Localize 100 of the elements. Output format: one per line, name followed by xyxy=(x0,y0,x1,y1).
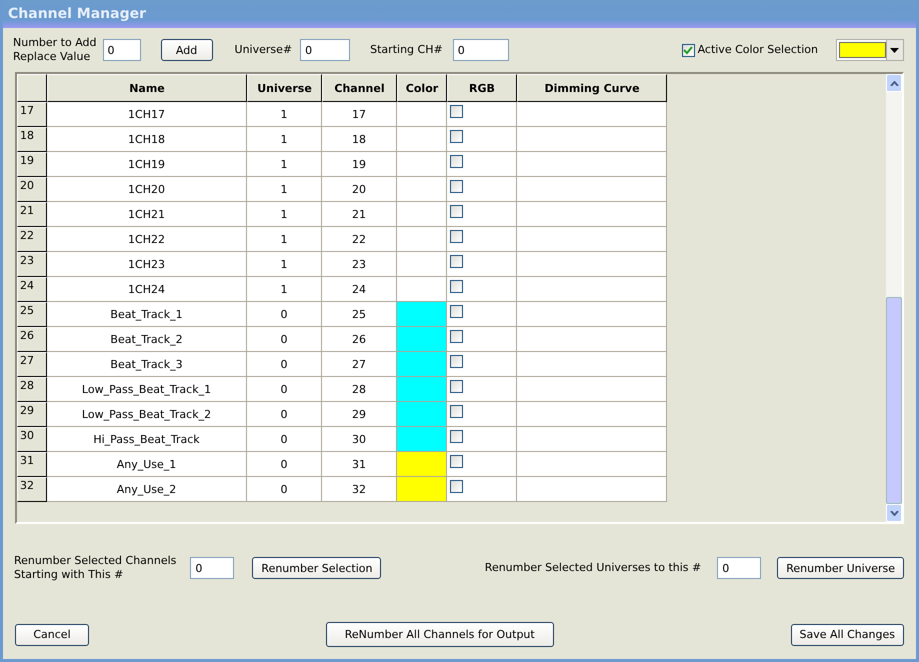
color-cell[interactable] xyxy=(397,402,447,427)
channel-cell: 20 xyxy=(322,177,397,202)
number-field[interactable]: 0 xyxy=(102,39,141,61)
color-cell[interactable] xyxy=(397,252,447,277)
rgb-checkbox[interactable] xyxy=(450,230,463,243)
rgb-checkbox[interactable] xyxy=(450,480,463,493)
name-cell: 1CH21 xyxy=(47,202,247,227)
color-cell[interactable] xyxy=(397,277,447,302)
save-all-button[interactable]: Save All Changes xyxy=(790,624,904,646)
column-header[interactable]: Universe xyxy=(247,74,322,102)
rgb-checkbox[interactable] xyxy=(450,205,463,218)
rgb-checkbox[interactable] xyxy=(450,255,463,268)
row-header[interactable]: 18 xyxy=(17,127,47,152)
universe-cell: 1 xyxy=(247,277,322,302)
color-cell[interactable] xyxy=(397,127,447,152)
rgb-checkbox[interactable] xyxy=(450,430,463,443)
row-header[interactable]: 32 xyxy=(17,477,47,502)
color-cell[interactable] xyxy=(397,152,447,177)
color-cell[interactable] xyxy=(397,377,447,402)
rgb-checkbox[interactable] xyxy=(450,455,463,468)
universe-cell: 0 xyxy=(247,302,322,327)
channel-cell: 31 xyxy=(322,452,397,477)
row-header[interactable]: 25 xyxy=(17,302,47,327)
window-title: Channel Manager xyxy=(8,6,146,22)
column-header[interactable]: Dimming Curve xyxy=(517,74,667,102)
renumber-selection-button[interactable]: Renumber Selection xyxy=(252,557,382,579)
rgb-checkbox[interactable] xyxy=(450,180,463,193)
rgb-checkbox[interactable] xyxy=(450,380,463,393)
universe-cell: 0 xyxy=(247,477,322,502)
universe-cell: 1 xyxy=(247,127,322,152)
row-header[interactable]: 23 xyxy=(17,252,47,277)
name-cell: Any_Use_1 xyxy=(47,452,247,477)
universe-cell: 0 xyxy=(247,452,322,477)
universe-cell: 0 xyxy=(247,377,322,402)
name-cell: 1CH20 xyxy=(47,177,247,202)
color-cell[interactable] xyxy=(397,102,447,127)
starting-channel-field[interactable]: 0 xyxy=(452,39,509,61)
row-header[interactable]: 28 xyxy=(17,377,47,402)
channel-cell: 23 xyxy=(322,252,397,277)
column-header[interactable]: Name xyxy=(47,74,247,102)
color-cell[interactable] xyxy=(397,352,447,377)
rgb-checkbox[interactable] xyxy=(450,280,463,293)
renumber-channels-field[interactable]: 0 xyxy=(190,557,234,579)
color-cell[interactable] xyxy=(397,202,447,227)
color-cell[interactable] xyxy=(397,227,447,252)
color-cell[interactable] xyxy=(397,177,447,202)
row-header[interactable]: 30 xyxy=(17,427,47,452)
row-header[interactable]: 27 xyxy=(17,352,47,377)
column-header[interactable]: Color xyxy=(397,74,447,102)
channel-cell: 28 xyxy=(322,377,397,402)
vertical-scrollbar[interactable] xyxy=(886,74,902,522)
rgb-checkbox[interactable] xyxy=(450,130,463,143)
channel-cell: 24 xyxy=(322,277,397,302)
renumber-universe-button[interactable]: Renumber Universe xyxy=(777,557,904,579)
active-color-checkbox[interactable] xyxy=(682,44,695,56)
row-header[interactable]: 31 xyxy=(17,452,47,477)
scroll-down-icon[interactable] xyxy=(886,504,902,522)
renumber-universes-field[interactable]: 0 xyxy=(717,557,762,579)
name-cell: 1CH23 xyxy=(47,252,247,277)
universe-field[interactable]: 0 xyxy=(300,39,350,61)
row-header[interactable]: 22 xyxy=(17,227,47,252)
channel-cell: 32 xyxy=(322,477,397,502)
universe-cell: 1 xyxy=(247,252,322,277)
rgb-checkbox[interactable] xyxy=(450,355,463,368)
row-header[interactable]: 17 xyxy=(17,102,47,127)
universe-cell: 0 xyxy=(247,327,322,352)
rgb-checkbox[interactable] xyxy=(450,105,463,118)
column-header[interactable]: Channel xyxy=(322,74,397,102)
channel-cell: 22 xyxy=(322,227,397,252)
name-cell: 1CH18 xyxy=(47,127,247,152)
row-header[interactable]: 24 xyxy=(17,277,47,302)
add-button[interactable]: Add xyxy=(160,39,213,61)
rgb-checkbox[interactable] xyxy=(450,305,463,318)
channel-cell: 27 xyxy=(322,352,397,377)
color-cell[interactable] xyxy=(397,327,447,352)
universe-cell: 0 xyxy=(247,427,322,452)
scroll-up-icon[interactable] xyxy=(886,74,902,92)
rgb-checkbox[interactable] xyxy=(450,405,463,418)
row-header[interactable]: 19 xyxy=(17,152,47,177)
rgb-checkbox[interactable] xyxy=(450,330,463,343)
row-header[interactable]: 20 xyxy=(17,177,47,202)
row-header[interactable]: 26 xyxy=(17,327,47,352)
row-header[interactable]: 21 xyxy=(17,202,47,227)
color-cell[interactable] xyxy=(397,427,447,452)
universe-cell: 1 xyxy=(247,152,322,177)
column-header[interactable]: RGB xyxy=(447,74,517,102)
channel-cell: 17 xyxy=(322,102,397,127)
rgb-checkbox[interactable] xyxy=(450,155,463,168)
color-dropdown[interactable] xyxy=(836,39,904,61)
channel-cell: 25 xyxy=(322,302,397,327)
name-cell: 1CH22 xyxy=(47,227,247,252)
cancel-button[interactable]: Cancel xyxy=(15,624,89,646)
channel-cell: 19 xyxy=(322,152,397,177)
color-cell[interactable] xyxy=(397,302,447,327)
scrollbar-thumb[interactable] xyxy=(886,297,902,504)
color-cell[interactable] xyxy=(397,477,447,502)
name-cell: Hi_Pass_Beat_Track xyxy=(47,427,247,452)
row-header[interactable]: 29 xyxy=(17,402,47,427)
color-cell[interactable] xyxy=(397,452,447,477)
renumber-all-button[interactable]: ReNumber All Channels for Output xyxy=(326,622,554,647)
